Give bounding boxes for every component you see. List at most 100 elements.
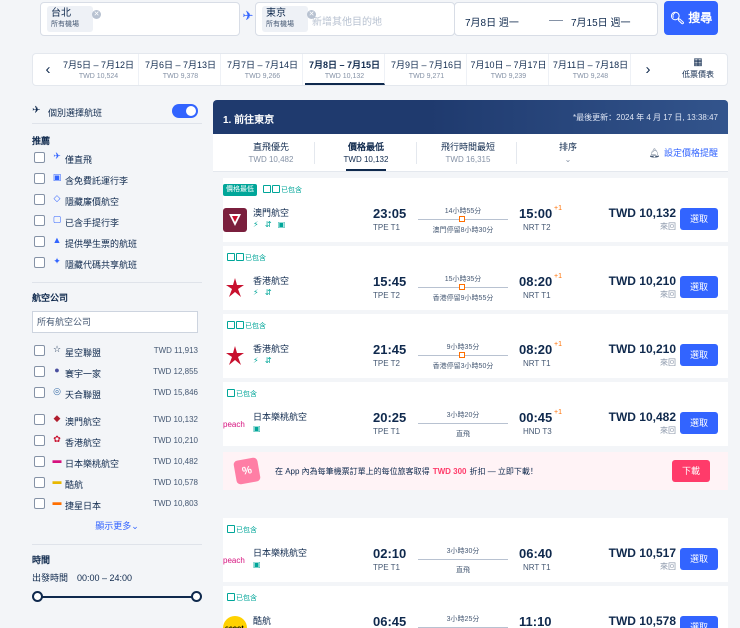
date-option[interactable]: 7月6日 – 7月13日 TWD 9,378 bbox=[141, 54, 221, 85]
recommend-filter-row[interactable]: ▢ 已含手提行李 bbox=[32, 211, 202, 232]
stop-info: 香港停留9小時55分 bbox=[432, 295, 494, 302]
download-app-button[interactable]: 下載 bbox=[672, 460, 710, 482]
filter-checkbox[interactable] bbox=[34, 257, 45, 268]
select-flight-button[interactable]: 選取 bbox=[680, 548, 718, 570]
flight-card[interactable]: 已包含 peach 日本樂桃航空 ▣ 02:10 TPE T1 3小時30分 直飛 06:40 N… bbox=[223, 518, 728, 582]
filter-checkbox[interactable] bbox=[34, 477, 45, 488]
stop-marker bbox=[459, 216, 465, 222]
filter-checkbox[interactable] bbox=[34, 194, 45, 205]
date-option[interactable]: 7月9日 – 7月16日 TWD 9,271 bbox=[387, 54, 467, 85]
depart-time-slider[interactable] bbox=[32, 590, 202, 604]
filter-checkbox[interactable] bbox=[34, 456, 45, 467]
airline-name: 香港航空 bbox=[253, 276, 290, 286]
filter-price: TWD 15,846 bbox=[153, 388, 198, 397]
date-option[interactable]: 7月11日 – 7月18日 TWD 9,248 bbox=[551, 54, 631, 85]
date-option[interactable]: 7月5日 – 7月12日 TWD 10,524 bbox=[59, 54, 139, 85]
chevron-right-icon[interactable]: › bbox=[637, 54, 659, 85]
svg-text:peach: peach bbox=[223, 556, 245, 565]
filter-checkbox[interactable] bbox=[34, 414, 45, 425]
plane-icon: ✈ bbox=[53, 151, 61, 161]
remove-origin-icon[interactable]: ✕ bbox=[92, 10, 101, 19]
alliance-filter-row[interactable]: ◎ 天合聯盟 TWD 15,846 bbox=[32, 383, 202, 404]
filter-label: 提供學生票的航班 bbox=[65, 239, 138, 249]
date-option[interactable]: 7月7日 – 7月14日 TWD 9,266 bbox=[223, 54, 303, 85]
recommend-filter-row[interactable]: ▣ 含免費託運行李 bbox=[32, 169, 202, 190]
filter-label: 已含手提行李 bbox=[65, 218, 120, 228]
chevron-left-icon[interactable]: ‹ bbox=[37, 54, 59, 85]
sort-option[interactable]: 排序 ⌄ bbox=[518, 140, 618, 164]
origin-field[interactable]: 台北 所有機場 ✕ bbox=[40, 2, 240, 36]
sort-option[interactable]: 飛行時間最短 TWD 16,315 bbox=[418, 140, 518, 164]
show-more-link[interactable]: 顯示更多⌄ bbox=[32, 519, 202, 532]
return-date[interactable]: 7月15日 週一 bbox=[571, 14, 630, 29]
discount-tag-icon: % bbox=[233, 457, 261, 485]
flight-card[interactable]: 已包含 peach 日本樂桃航空 ▣ 20:25 TPE T1 3小時20分 直飛 00:45 +… bbox=[223, 382, 728, 446]
origin-sub: 所有機場 bbox=[51, 21, 79, 28]
airline-filter-row[interactable]: ▬ 捷星日本 TWD 10,803 bbox=[32, 494, 202, 515]
flight-card[interactable]: 已包含 香港航空 ⚡ ⇵ 21:45 TPE T2 9小時35分 香港停留3小時50分 08:… bbox=[223, 314, 728, 378]
date-option-range: 7月10日 – 7月17日 bbox=[470, 60, 547, 70]
select-flight-button[interactable]: 選取 bbox=[680, 208, 718, 230]
filter-checkbox[interactable] bbox=[34, 345, 45, 356]
filter-checkbox[interactable] bbox=[34, 387, 45, 398]
filter-checkbox[interactable] bbox=[34, 498, 45, 509]
results-panel: 1. 前往東京 *最後更新：2024 年 4 月 17 日, 13:38:47 … bbox=[213, 100, 728, 628]
search-button[interactable]: 🔍︎ 搜尋 bbox=[664, 1, 718, 35]
app-promo-banner: % 在 App 內為每筆機票訂單上的每位旅客取得 TWD 300 折扣 — 立即下載！… bbox=[223, 452, 728, 490]
price-alert-button[interactable]: 🔔︎ 設定價格提醒 bbox=[649, 146, 718, 159]
skyteam-icon: ◎ bbox=[53, 386, 61, 396]
date-option-range: 7月8日 – 7月15日 bbox=[308, 60, 381, 70]
swap-plane-icon[interactable]: ✈ bbox=[240, 8, 256, 24]
select-flight-button[interactable]: 選取 bbox=[680, 616, 718, 628]
filter-checkbox[interactable] bbox=[34, 435, 45, 446]
recommend-filter-row[interactable]: ✈ 僅直飛 bbox=[32, 148, 202, 169]
low-fare-calendar-button[interactable]: ▦ 低票價表 bbox=[669, 54, 727, 85]
flight-card[interactable]: 價格最低 已包含 澳門航空 ⚡ ⇵ ▣ 23:05 TPE T1 14小時55分 澳門停留8小… bbox=[223, 178, 728, 242]
baggage-included-label: 已包含 bbox=[236, 391, 257, 398]
slider-handle-start[interactable] bbox=[32, 591, 43, 602]
flight-card[interactable]: 已包含scoot酷航⚡ ≋06:45TPE T13小時25分直飛11:10NRT… bbox=[223, 586, 728, 628]
time-title: 時間 bbox=[32, 555, 51, 565]
destination-field[interactable]: 東京 所有機場 ✕ 新增其他目的地 bbox=[255, 2, 455, 36]
select-flight-button[interactable]: 選取 bbox=[680, 276, 718, 298]
filter-checkbox[interactable] bbox=[34, 173, 45, 184]
recommend-filter-row[interactable]: ✦ 隱藏代碼共享航班 bbox=[32, 253, 202, 274]
flight-card[interactable]: 已包含 香港航空 ⚡ ⇵ 15:45 TPE T2 15小時35分 香港停留9小時55分 08… bbox=[223, 246, 728, 310]
airline-select[interactable]: 所有航空公司 bbox=[32, 311, 198, 333]
origin-chip[interactable]: 台北 所有機場 ✕ bbox=[47, 6, 101, 32]
airline-filter-row[interactable]: ✿ 香港航空 TWD 10,210 bbox=[32, 431, 202, 452]
alliance-filter-row[interactable]: ● 寰宇一家 TWD 12,855 bbox=[32, 362, 202, 383]
plane-icon: ✈ bbox=[32, 105, 41, 116]
airline-filter-row[interactable]: ◆ 澳門航空 TWD 10,132 bbox=[32, 410, 202, 431]
filter-checkbox[interactable] bbox=[34, 366, 45, 377]
recommend-filter-row[interactable]: ◇ 隱藏廉價航空 bbox=[32, 190, 202, 211]
filter-checkbox[interactable] bbox=[34, 236, 45, 247]
sort-option[interactable]: 直飛優先 TWD 10,482 bbox=[221, 140, 321, 164]
select-flight-button[interactable]: 選取 bbox=[680, 412, 718, 434]
date-field[interactable]: 7月8日 週一 7月15日 週一 bbox=[454, 2, 658, 36]
search-button-label: 搜尋 bbox=[688, 11, 713, 25]
scoot-logo-icon: ▬ bbox=[52, 476, 62, 486]
airline-filter-row[interactable]: ▬ 日本樂桃航空 TWD 10,482 bbox=[32, 452, 202, 473]
date-option[interactable]: 7月10日 – 7月17日 TWD 9,239 bbox=[469, 54, 549, 85]
filter-checkbox[interactable] bbox=[34, 152, 45, 163]
departure-airport: TPE T2 bbox=[373, 359, 400, 368]
destination-chip[interactable]: 東京 所有機場 ✕ bbox=[262, 6, 316, 32]
filter-checkbox[interactable] bbox=[34, 215, 45, 226]
departure-airport: TPE T1 bbox=[373, 563, 400, 572]
select-flight-button[interactable]: 選取 bbox=[680, 344, 718, 366]
recommend-filter-row[interactable]: ▲ 提供學生票的航班 bbox=[32, 232, 202, 253]
arrival-airport: NRT T1 bbox=[523, 563, 551, 572]
separate-flights-toggle[interactable] bbox=[172, 104, 198, 118]
date-option[interactable]: 7月8日 – 7月15日 TWD 10,132 bbox=[305, 54, 385, 85]
baggage-included-label: 已包含 bbox=[281, 187, 302, 194]
depart-date[interactable]: 7月8日 週一 bbox=[465, 14, 519, 29]
airline-filter-row[interactable]: ▬ 酷航 TWD 10,578 bbox=[32, 473, 202, 494]
sort-option[interactable]: 價格最低 TWD 10,132 bbox=[316, 140, 416, 171]
alliance-filter-row[interactable]: ☆ 星空聯盟 TWD 11,913 bbox=[32, 341, 202, 362]
slider-handle-end[interactable] bbox=[191, 591, 202, 602]
date-option-price: TWD 10,132 bbox=[324, 73, 365, 80]
filter-label: 捷星日本 bbox=[65, 501, 102, 511]
add-destination-placeholder[interactable]: 新增其他目的地 bbox=[312, 13, 382, 28]
filter-label: 含免費託運行李 bbox=[65, 176, 129, 186]
